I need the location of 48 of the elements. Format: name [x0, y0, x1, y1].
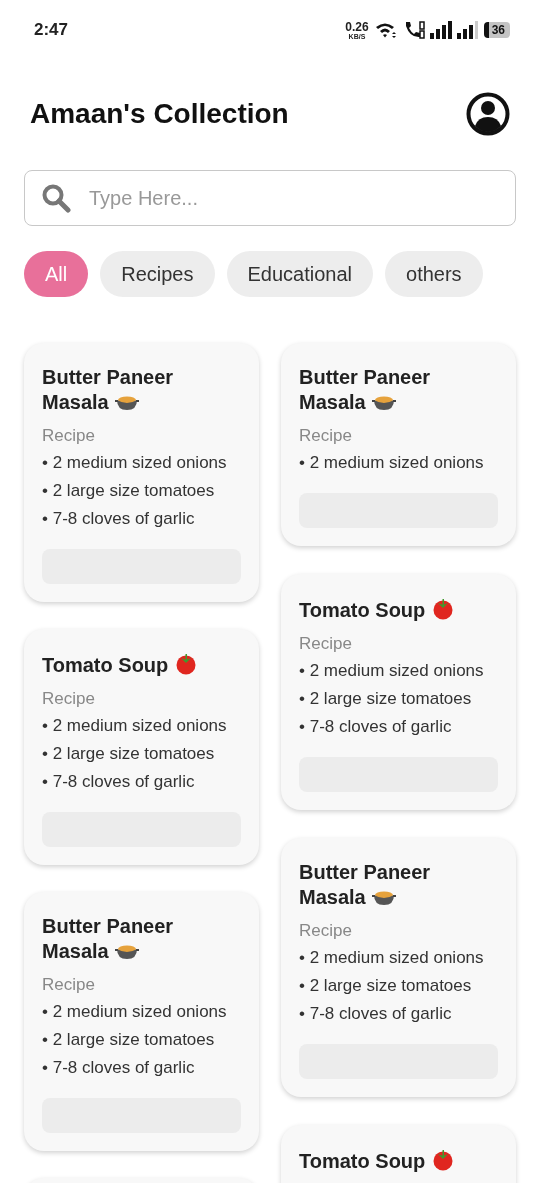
status-time: 2:47	[34, 20, 69, 40]
card-category: Recipe	[299, 920, 353, 942]
card-title: Butter Paneer Masala	[299, 860, 432, 910]
ingredient-text: • 7-8 cloves of garlic	[42, 508, 196, 530]
ingredient-text: • 2 medium sized onions	[299, 947, 485, 969]
ingredient-text: • 2 large size tomatoes	[299, 688, 473, 710]
filter-chip[interactable]: others	[385, 251, 483, 297]
card-title: Butter Paneer Masala	[299, 365, 432, 415]
ingredient-text: • 2 medium sized onions	[42, 452, 228, 474]
card-title: Tomato Soup	[42, 651, 222, 678]
ingredient-text: • 7-8 cloves of garlic	[42, 771, 196, 793]
note-card[interactable]: Tomato Soup Recipe • 2 medium sized onions • 2 large size tomatoes • 7-8 cloves of garlic	[281, 574, 516, 810]
search-field[interactable]: Type Here...	[24, 170, 516, 226]
card-title: Tomato Soup	[299, 596, 479, 623]
note-card[interactable]: Tomato Soup	[281, 1125, 516, 1183]
card-category: Recipe	[42, 974, 96, 996]
ingredient-text: • 2 medium sized onions	[42, 1001, 228, 1023]
ingredient-text: • 2 large size tomatoes	[42, 743, 216, 765]
ingredient-text: • 2 large size tomatoes	[299, 975, 473, 997]
card-category: Recipe	[42, 688, 96, 710]
card-category: Recipe	[299, 425, 353, 447]
card-title: Butter Paneer Masala	[42, 914, 175, 964]
ingredient-text: • 2 medium sized onions	[299, 660, 485, 682]
search-icon	[41, 183, 71, 213]
note-card[interactable]: Tomato Soup Recipe • 2 medium sized onions • 2 large size tomatoes • 7-8 cloves of garlic	[24, 629, 259, 865]
profile-icon[interactable]	[466, 92, 510, 136]
card-title: Butter Paneer Masala	[42, 365, 175, 415]
ingredient-text: • 7-8 cloves of garlic	[42, 1057, 196, 1079]
note-card[interactable]: Butter Paneer Masala Recipe • 2 medium sized onions • 2 large size tomatoes • 7-8 cloves of garlic	[24, 343, 259, 602]
ingredient-text: • 2 large size tomatoes	[42, 1029, 216, 1051]
ingredient-text: • 7-8 cloves of garlic	[299, 716, 453, 738]
search-input[interactable]: Type Here...	[87, 185, 499, 211]
ingredient-text: • 2 medium sized onions	[299, 452, 485, 474]
note-card[interactable]: Butter Paneer Masala Recipe • 2 medium sized onions • 2 large size tomatoes • 7-8 cloves of garlic	[281, 838, 516, 1097]
ingredient-text: • 2 medium sized onions	[42, 715, 228, 737]
note-card[interactable]: Butter Paneer Masala Recipe • 2 medium sized onions • 2 large size tomatoes • 7-8 cloves of garlic	[24, 892, 259, 1151]
card-category: Recipe	[42, 425, 96, 447]
signal-icon	[429, 21, 452, 39]
signal-icon	[456, 21, 479, 39]
battery-indicator: 36	[483, 22, 510, 38]
note-card[interactable]: Butter Paneer Masala Recipe • 2 medium sized onions	[281, 343, 516, 546]
ingredient-text: • 7-8 cloves of garlic	[299, 1003, 453, 1025]
page-title: Amaan's Collection	[30, 98, 289, 130]
card-category: Recipe	[299, 633, 353, 655]
ingredient-text: • 2 large size tomatoes	[42, 480, 216, 502]
card-title: Tomato Soup	[299, 1147, 479, 1174]
filter-chip[interactable]: Educational	[226, 251, 374, 297]
filter-chip[interactable]: Recipes	[100, 251, 215, 297]
